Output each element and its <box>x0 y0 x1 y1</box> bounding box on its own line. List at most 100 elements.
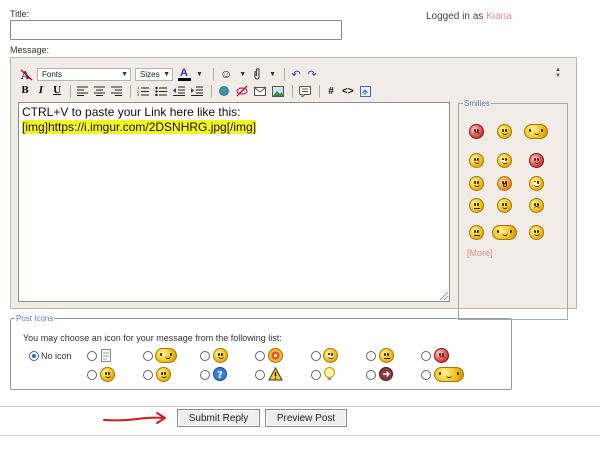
smilies-legend: Smilies <box>464 99 490 108</box>
size-select-value: Sizes <box>140 69 160 79</box>
attachment-icon[interactable] <box>250 67 264 81</box>
bold-button[interactable]: B <box>18 84 32 98</box>
align-right-icon[interactable] <box>109 84 124 98</box>
post-icon-radio[interactable] <box>200 351 210 361</box>
post-icon-radio[interactable] <box>421 351 431 361</box>
eyeroll-smiley-icon[interactable] <box>469 198 484 213</box>
underline-button[interactable]: U <box>50 84 64 98</box>
toolbar-row-2: B I U 123 # <> <box>18 83 375 99</box>
svg-text:?: ? <box>217 370 223 381</box>
post-icon-radio[interactable] <box>255 370 265 380</box>
remove-format-icon[interactable]: A <box>18 67 35 81</box>
quote-icon[interactable] <box>297 84 313 98</box>
align-center-icon[interactable] <box>92 84 107 98</box>
unordered-list-icon[interactable] <box>153 84 169 98</box>
angry-smiley-icon <box>434 348 449 363</box>
laugh-smiley-icon[interactable] <box>529 176 544 191</box>
insert-link-icon[interactable] <box>216 84 232 98</box>
sad-smiley-icon[interactable] <box>529 198 544 213</box>
grin-smiley-icon[interactable] <box>497 153 512 168</box>
document-icon <box>101 349 111 362</box>
logged-in-status: Logged in as Kiana <box>426 11 512 22</box>
align-left-icon[interactable] <box>75 84 90 98</box>
editor-panel: A Fonts ▼ Sizes ▼ A ▼ ☺ ▼ ▼ ↶ ↷ ▲ ▼ B I U <box>10 57 577 320</box>
neutral-smiley-icon[interactable] <box>469 225 484 240</box>
code-button[interactable]: <> <box>340 84 356 98</box>
surprised-smiley-icon[interactable] <box>497 176 512 191</box>
post-icon-radio[interactable] <box>311 351 321 361</box>
smiley-insert-icon[interactable]: ☺ <box>218 67 234 81</box>
wink-smiley-icon[interactable] <box>469 176 484 191</box>
chevron-down-icon: ▼ <box>163 70 170 78</box>
logged-in-prefix: Logged in as <box>426 11 484 22</box>
post-icon-radio[interactable] <box>87 370 97 380</box>
toolbar-divider <box>211 84 212 98</box>
post-icons-instruction: You may choose an icon for your message … <box>23 333 282 343</box>
message-label: Message: <box>10 45 50 55</box>
toolbar-collapse-icon[interactable]: ▲ ▼ <box>555 67 561 79</box>
font-select-value: Fonts <box>42 69 63 79</box>
post-icon-radio[interactable] <box>255 351 265 361</box>
font-select[interactable]: Fonts ▼ <box>37 67 131 81</box>
toolbar-divider <box>130 84 131 98</box>
applause-smiley-icon <box>434 367 464 382</box>
toolbar-row-1: A Fonts ▼ Sizes ▼ A ▼ ☺ ▼ ▼ ↶ ↷ <box>18 66 321 82</box>
username-link[interactable]: Kiana <box>486 11 512 22</box>
happy-smiley-icon[interactable] <box>497 198 512 213</box>
target-icon <box>268 348 283 363</box>
title-label: Title: <box>10 9 30 19</box>
message-line-2: [img]https://i.imgur.com/2DSNHRG.jpg[/im… <box>22 120 257 134</box>
toolbar-divider <box>212 67 214 81</box>
toolbar-divider <box>284 67 286 81</box>
resize-handle-icon[interactable] <box>440 292 448 300</box>
title-input[interactable] <box>10 20 342 40</box>
love-smiley-icon[interactable] <box>529 153 544 168</box>
submit-reply-button[interactable]: Submit Reply <box>177 409 260 427</box>
more-smilies-link[interactable]: [More] <box>467 248 493 258</box>
post-icon-radio[interactable] <box>366 370 376 380</box>
message-textarea[interactable]: CTRL+V to paste your Link here like this… <box>18 102 450 302</box>
unsure-smiley-icon <box>379 348 394 363</box>
no-icon-label: No icon <box>41 351 72 361</box>
post-icon-radio[interactable] <box>366 351 376 361</box>
redo-icon[interactable]: ↷ <box>305 67 319 81</box>
post-icon-radio[interactable] <box>421 370 431 380</box>
italic-button[interactable]: I <box>34 84 48 98</box>
toolbar-divider <box>70 84 71 98</box>
preview-post-button[interactable]: Preview Post <box>265 409 347 427</box>
chevron-down-icon[interactable]: ▼ <box>239 71 246 78</box>
size-select[interactable]: Sizes ▼ <box>135 67 173 81</box>
outdent-icon[interactable] <box>171 84 187 98</box>
undo-icon[interactable]: ↶ <box>289 67 303 81</box>
kiss-smiley-icon[interactable] <box>524 124 548 139</box>
smile-smiley-icon[interactable] <box>497 124 512 139</box>
confused-smiley-icon[interactable] <box>529 225 544 240</box>
remove-link-icon[interactable] <box>234 84 250 98</box>
text-color-icon[interactable]: A <box>177 67 191 81</box>
question-icon: ? <box>213 367 227 381</box>
post-icon-radio[interactable] <box>143 370 153 380</box>
chevron-down-icon[interactable]: ▼ <box>196 71 203 78</box>
chevron-down-icon[interactable]: ▼ <box>269 71 276 78</box>
grin-smiley-icon <box>323 348 338 363</box>
angry-smiley-icon[interactable] <box>469 124 484 139</box>
idea-smiley-icon <box>155 348 177 363</box>
email-icon[interactable] <box>252 84 268 98</box>
ordered-list-icon[interactable]: 123 <box>135 84 151 98</box>
post-icon-radio[interactable] <box>200 370 210 380</box>
html-mode-icon[interactable] <box>358 84 373 98</box>
applause-smiley-icon[interactable] <box>492 225 517 240</box>
insert-image-icon[interactable] <box>270 84 286 98</box>
svg-text:3: 3 <box>137 92 140 96</box>
smile-smiley-icon <box>213 348 228 363</box>
post-icon-radio[interactable] <box>311 370 321 380</box>
post-icon-radio-no-icon[interactable] <box>29 351 39 361</box>
cool-smiley-icon[interactable] <box>469 153 484 168</box>
post-icons-legend: Post Icons <box>16 314 54 323</box>
lightbulb-icon <box>324 367 335 380</box>
post-icon-radio[interactable] <box>87 351 97 361</box>
indent-icon[interactable] <box>189 84 205 98</box>
happy-smiley-icon <box>100 367 115 382</box>
hash-button[interactable]: # <box>324 84 338 98</box>
post-icon-radio[interactable] <box>143 351 153 361</box>
